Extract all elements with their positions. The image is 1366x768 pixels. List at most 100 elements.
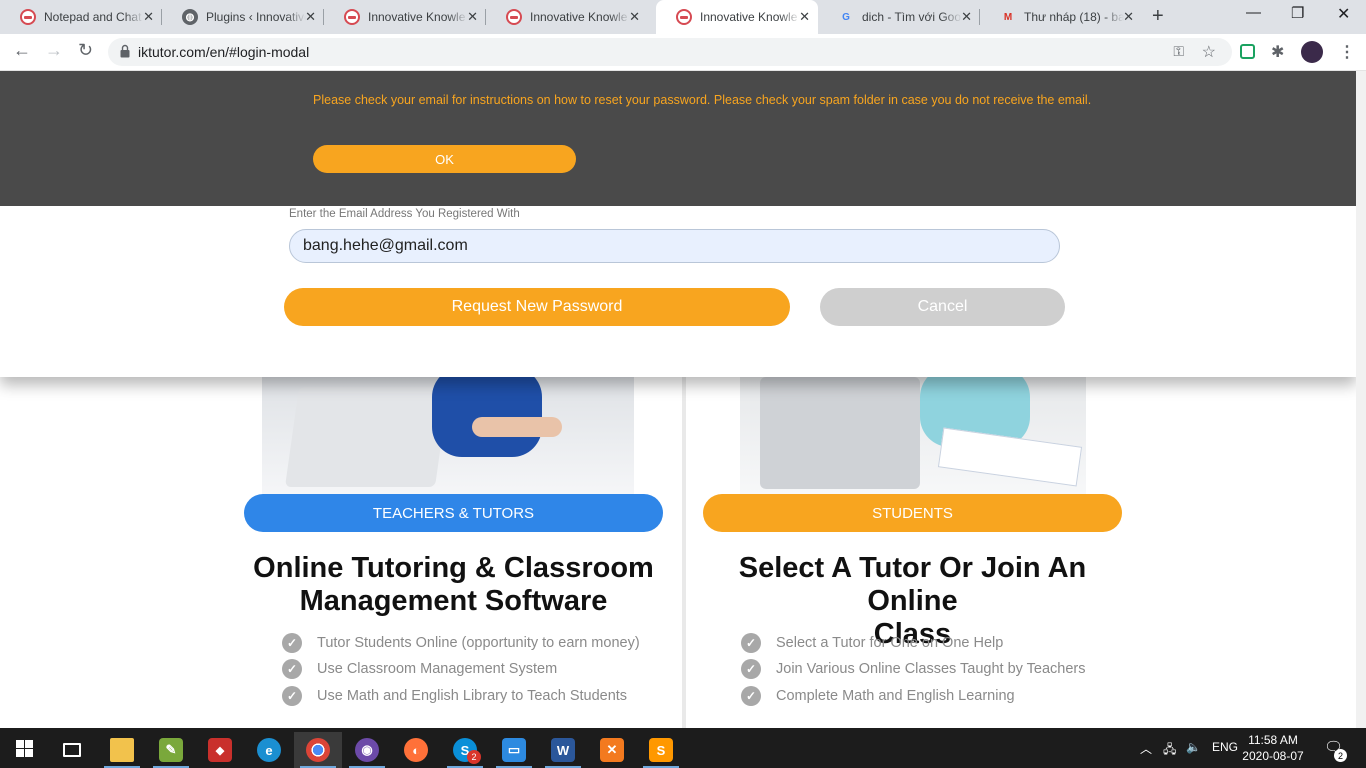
browser-tab[interactable]: M Thư nháp (18) - ba ✕ xyxy=(980,0,1142,34)
feature-text: Tutor Students Online (opportunity to ea… xyxy=(317,635,640,651)
volume-icon[interactable]: 🔈 xyxy=(1186,740,1201,754)
browser-tab[interactable]: Innovative Knowle ✕ xyxy=(324,0,486,34)
back-icon[interactable]: ← xyxy=(13,40,31,61)
taskbar-app[interactable]: S xyxy=(637,732,685,768)
checkmark-icon: ✓ xyxy=(741,686,761,706)
taskbar-app[interactable]: W xyxy=(539,732,587,768)
language-indicator[interactable]: ENG xyxy=(1212,740,1238,754)
email-field[interactable]: bang.hehe@gmail.com xyxy=(289,229,1060,263)
feature-item: ✓ Select a Tutor for One on One Help xyxy=(741,633,1003,653)
tab-close-icon[interactable]: ✕ xyxy=(143,9,154,25)
chrome-icon xyxy=(306,738,330,762)
taskbar-app[interactable]: ▭ xyxy=(490,732,538,768)
notification-alert: Please check your email for instructions… xyxy=(0,71,1366,206)
browser-tab-active[interactable]: Innovative Knowle ✕ xyxy=(656,0,818,34)
minimize-icon[interactable]: — xyxy=(1246,4,1261,21)
browser-tab[interactable]: ◍ Plugins ‹ Innovative ✕ xyxy=(162,0,324,34)
alert-message: Please check your email for instructions… xyxy=(313,93,1092,107)
feature-text: Use Classroom Management System xyxy=(317,661,558,677)
notification-count-badge: 2 xyxy=(1334,749,1347,762)
task-view-button[interactable] xyxy=(48,732,96,768)
remote-desktop-icon: ▭ xyxy=(502,738,526,762)
email-field-label: Enter the Email Address You Registered W… xyxy=(289,208,520,220)
profile-avatar[interactable] xyxy=(1301,41,1323,63)
browser-tab-strip: Notepad and Chat ✕ ◍ Plugins ‹ Innovativ… xyxy=(0,0,1366,34)
show-hidden-icons-chevron-icon[interactable]: ︿ xyxy=(1140,740,1152,757)
web-page: TEACHERS & TUTORS STUDENTS Online Tutori… xyxy=(0,71,1366,728)
reload-icon[interactable]: ↻ xyxy=(78,40,93,61)
bookmark-star-icon[interactable]: ☆ xyxy=(1202,42,1216,62)
checkmark-icon: ✓ xyxy=(282,686,302,706)
network-icon[interactable]: 🖧 xyxy=(1163,740,1176,761)
taskbar-app[interactable] xyxy=(98,732,146,768)
notepad-plus-icon: ✎ xyxy=(159,738,183,762)
feature-item: ✓ Use Math and English Library to Teach … xyxy=(282,686,627,706)
site-favicon-icon xyxy=(676,9,692,25)
tab-close-icon[interactable]: ✕ xyxy=(629,9,640,25)
taskbar-app[interactable]: ◆ xyxy=(196,732,244,768)
feature-item: ✓ Join Various Online Classes Taught by … xyxy=(741,659,1086,679)
feature-text: Complete Math and English Learning xyxy=(776,688,1015,704)
new-tab-icon[interactable]: + xyxy=(1152,5,1164,28)
tab-title: Innovative Knowle xyxy=(368,10,466,24)
clock-date: 2020-08-07 xyxy=(1242,749,1304,763)
key-icon[interactable]: ⚿ xyxy=(1173,43,1184,60)
lock-icon xyxy=(120,44,130,58)
taskbar-app[interactable]: ✕ xyxy=(588,732,636,768)
site-favicon-icon xyxy=(20,9,36,25)
request-new-password-button[interactable]: Request New Password xyxy=(284,288,790,326)
extensions-puzzle-icon[interactable]: ✱ xyxy=(1271,42,1284,62)
feature-item: ✓ Use Classroom Management System xyxy=(282,659,557,679)
taskbar-app[interactable]: ◐ xyxy=(392,732,440,768)
skype-badge: 2 xyxy=(467,750,481,764)
heading-line: Online Tutoring & Classroom xyxy=(253,552,654,584)
filezilla-icon: ◆ xyxy=(208,738,232,762)
tab-title: Innovative Knowle xyxy=(530,10,628,24)
globe-icon: ◍ xyxy=(182,9,198,25)
windows-logo-icon xyxy=(15,739,33,757)
students-button[interactable]: STUDENTS xyxy=(703,494,1122,532)
browser-tab[interactable]: Notepad and Chat ✕ xyxy=(0,0,162,34)
taskbar-app[interactable]: e xyxy=(245,732,293,768)
taskbar-app[interactable]: S 2 xyxy=(441,732,489,768)
sublime-text-icon: S xyxy=(649,738,673,762)
feature-text: Join Various Online Classes Taught by Te… xyxy=(776,661,1086,677)
start-button[interactable] xyxy=(0,728,48,768)
restore-icon[interactable]: ❐ xyxy=(1291,4,1304,22)
menu-dots-icon[interactable]: ⋮ xyxy=(1339,42,1355,62)
heading-line: Select A Tutor Or Join An Online xyxy=(738,552,1087,617)
tab-close-icon[interactable]: ✕ xyxy=(961,9,972,25)
word-icon: W xyxy=(551,738,575,762)
close-window-icon[interactable]: ✕ xyxy=(1337,4,1350,24)
ok-button[interactable]: OK xyxy=(313,145,576,173)
file-explorer-icon xyxy=(110,738,134,762)
teachers-heading: Online Tutoring & Classroom Management S… xyxy=(244,552,663,618)
taskbar-app[interactable]: ◉ xyxy=(343,732,391,768)
taskbar-app[interactable] xyxy=(294,732,342,768)
cancel-button[interactable]: Cancel xyxy=(820,288,1065,326)
extension-icon[interactable] xyxy=(1240,44,1255,59)
page-scrollbar[interactable] xyxy=(1356,71,1366,728)
feature-text: Use Math and English Library to Teach St… xyxy=(317,688,628,704)
column-divider xyxy=(682,377,686,728)
address-bar[interactable]: iktutor.com/en/#login-modal ⚿ ☆ xyxy=(108,38,1232,66)
heading-line: Management Software xyxy=(299,585,608,617)
github-desktop-icon: ◉ xyxy=(355,738,379,762)
feature-text: Select a Tutor for One on One Help xyxy=(776,635,1004,651)
tab-title: Notepad and Chat xyxy=(44,10,142,24)
forward-icon[interactable]: → xyxy=(45,40,63,61)
tab-close-icon[interactable]: ✕ xyxy=(799,9,810,25)
checkmark-icon: ✓ xyxy=(741,633,761,653)
tab-close-icon[interactable]: ✕ xyxy=(1123,9,1134,25)
tab-close-icon[interactable]: ✕ xyxy=(305,9,316,25)
browser-tab[interactable]: G dich - Tìm với Goo ✕ xyxy=(818,0,980,34)
taskbar-app[interactable]: ✎ xyxy=(147,732,195,768)
checkmark-icon: ✓ xyxy=(282,659,302,679)
site-favicon-icon xyxy=(344,9,360,25)
clock-time: 11:58 AM xyxy=(1248,733,1298,747)
system-clock[interactable]: 11:58 AM 2020-08-07 xyxy=(1240,732,1306,764)
browser-tab[interactable]: Innovative Knowle ✕ xyxy=(486,0,648,34)
teachers-tutors-button[interactable]: TEACHERS & TUTORS xyxy=(244,494,663,532)
tab-close-icon[interactable]: ✕ xyxy=(467,9,478,25)
students-photo xyxy=(740,367,1086,495)
